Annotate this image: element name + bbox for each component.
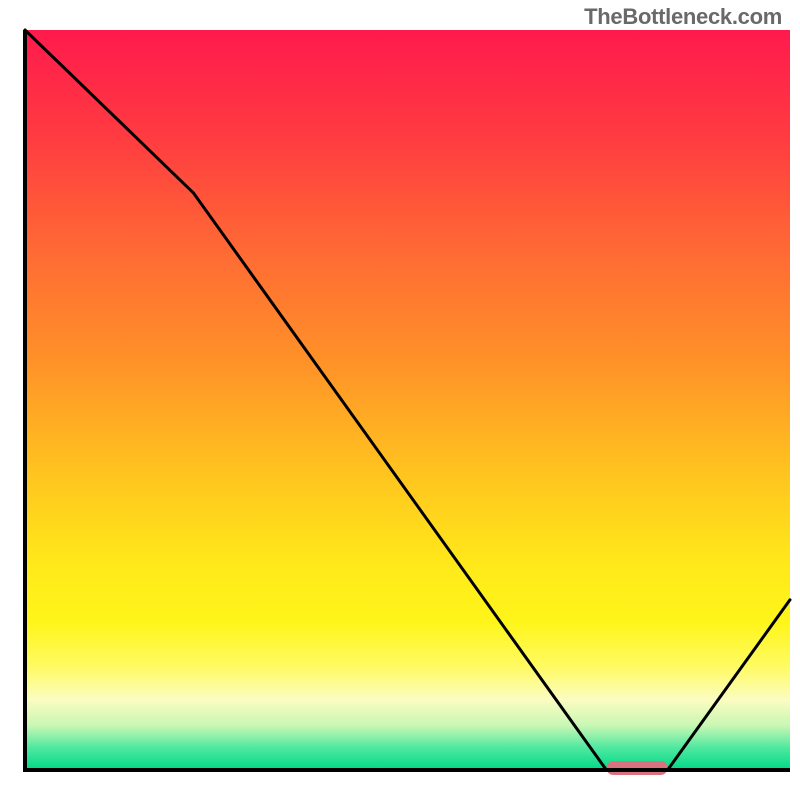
plot-area xyxy=(25,30,790,775)
chart-container: TheBottleneck.com xyxy=(0,0,800,800)
bottleneck-chart xyxy=(0,0,800,800)
